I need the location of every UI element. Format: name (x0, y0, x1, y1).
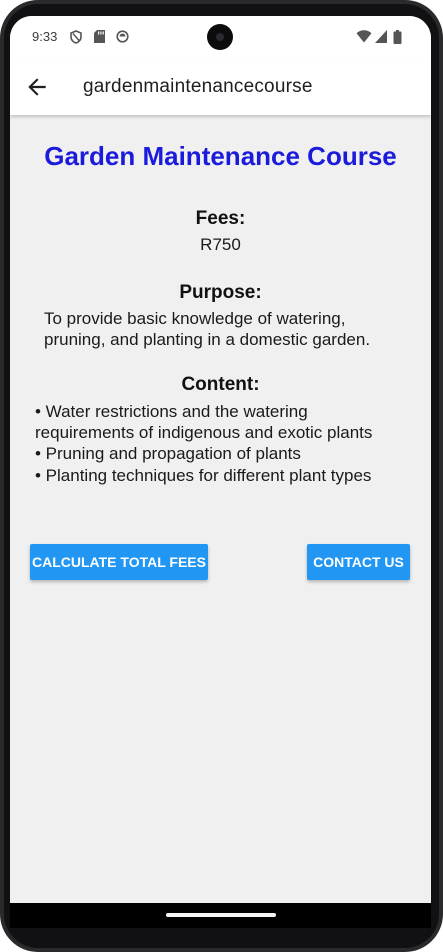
purpose-line: To provide basic knowledge of watering, (44, 309, 346, 328)
purpose-line: pruning, and planting in a domestic gard… (44, 330, 371, 349)
front-camera (207, 24, 233, 50)
app-bar: gardenmaintenancecourse (10, 58, 431, 115)
arrow-back-icon[interactable] (24, 74, 50, 100)
course-details: Garden Maintenance Course Fees: R750 Pur… (10, 115, 431, 903)
calculate-total-fees-button[interactable]: CALCULATE TOTAL FEES (30, 544, 208, 580)
course-title: Garden Maintenance Course (44, 141, 397, 171)
wifi-icon (356, 30, 372, 43)
home-gesture-handle[interactable] (166, 913, 276, 917)
gesture-nav-bar (10, 903, 431, 928)
content-line: • Planting techniques for different plan… (35, 466, 372, 485)
purpose-heading: Purpose: (179, 282, 262, 303)
content-line: requirements of indigenous and exotic pl… (35, 423, 373, 442)
status-bar: 9:33 (10, 16, 431, 58)
shield-icon (70, 30, 82, 44)
screen: 9:33 gardenmaintenancecourse Garden Main… (10, 16, 431, 928)
status-time: 9:33 (32, 29, 58, 44)
content-heading: Content: (181, 374, 260, 395)
sd-card-icon (94, 30, 105, 43)
sync-icon (116, 30, 129, 43)
battery-icon (393, 30, 402, 44)
content-line: • Pruning and propagation of plants (35, 444, 301, 463)
app-bar-title: gardenmaintenancecourse (83, 76, 313, 97)
phone-frame: 9:33 gardenmaintenancecourse Garden Main… (0, 0, 443, 952)
contact-us-button[interactable]: CONTACT US (307, 544, 410, 580)
fees-value: R750 (200, 235, 241, 254)
fees-heading: Fees: (195, 208, 246, 229)
content-line: • Water restrictions and the watering (35, 402, 308, 421)
cellular-icon (375, 30, 387, 43)
